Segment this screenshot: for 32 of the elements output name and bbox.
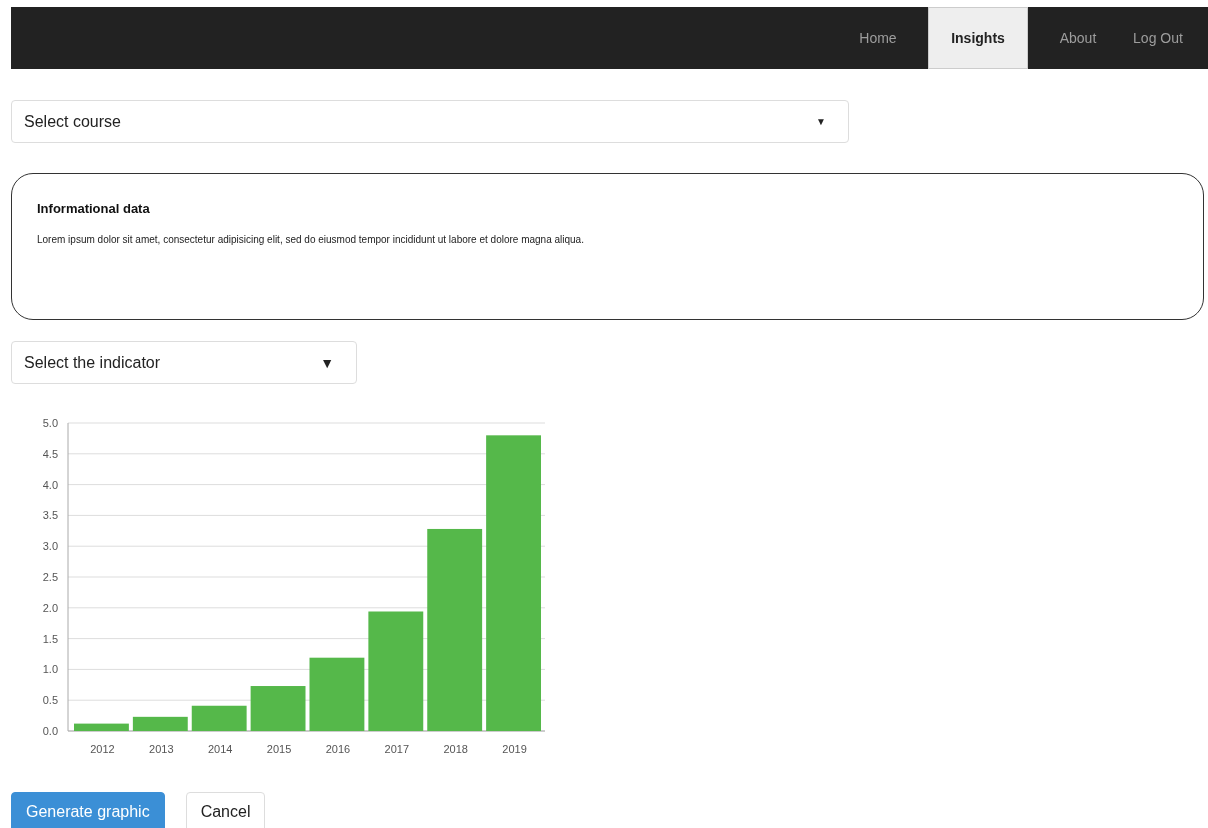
bar — [74, 723, 129, 731]
x-tick-label: 2015 — [266, 743, 292, 755]
x-tick-label: 2019 — [502, 743, 527, 755]
y-tick-label: 4.5 — [42, 447, 58, 460]
y-tick-label: 2.5 — [42, 571, 58, 583]
nav-tab[interactable]: About — [1028, 7, 1128, 69]
nav-tab[interactable]: Insights — [928, 7, 1028, 69]
y-tick-label: 5.0 — [42, 417, 58, 429]
x-tick-label: 2018 — [443, 743, 468, 755]
y-tick-label: 4.0 — [42, 478, 58, 491]
y-tick-label: 3.0 — [42, 540, 58, 553]
y-tick-label: 0.5 — [42, 694, 58, 707]
info-text: Lorem ipsum dolor sit amet, consectetur adipisicing elit, sed do eiusmod tempor incididunt ut labore et dolore magna aliqua. — [37, 234, 585, 245]
y-tick-label: 1.5 — [42, 632, 58, 645]
x-tick-label: 2017 — [384, 743, 410, 755]
nav-tab[interactable]: Log Out — [1128, 7, 1208, 69]
nav-tab[interactable]: Home — [828, 7, 928, 69]
y-tick-label: 2.0 — [42, 601, 58, 614]
cancel-button[interactable]: Cancel — [185, 792, 266, 828]
y-tick-label: 3.5 — [42, 509, 58, 522]
x-tick-label: 2013 — [149, 743, 174, 755]
indicator-dropdown[interactable]: Select the indicator ▼ — [11, 341, 357, 384]
x-tick-label: 2012 — [90, 743, 115, 755]
y-tick-label: 0.0 — [42, 725, 58, 737]
bar — [191, 705, 247, 731]
course-dropdown[interactable]: Select course ▼ — [11, 100, 849, 143]
info-title: Informational data — [37, 201, 151, 216]
bar — [132, 716, 188, 731]
bar — [250, 686, 306, 731]
y-tick-label: 1.0 — [42, 663, 58, 676]
x-tick-label: 2016 — [325, 743, 351, 755]
x-tick-label: 2014 — [207, 743, 233, 755]
